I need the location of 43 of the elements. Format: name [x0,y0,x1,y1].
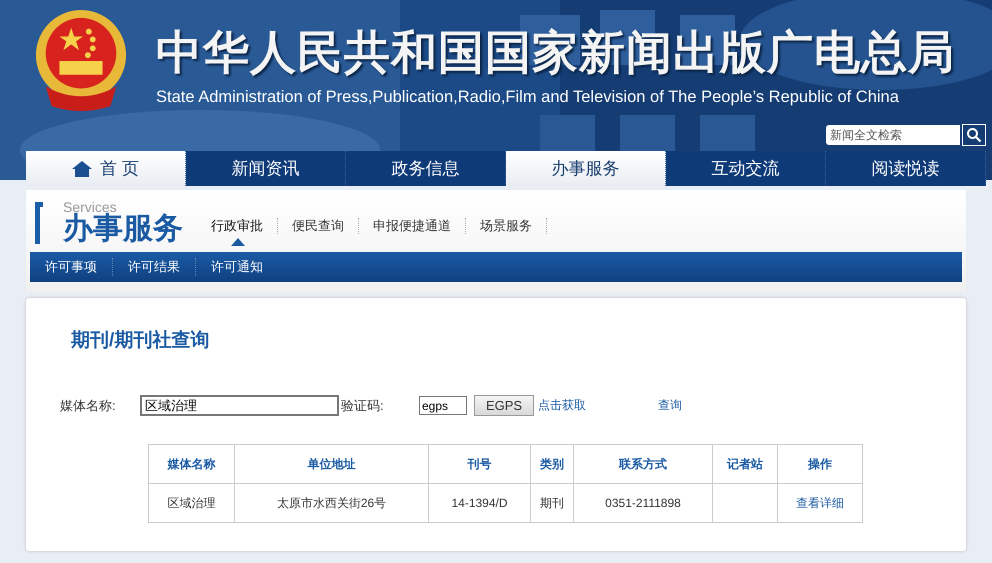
captcha-image: EGPS [474,395,534,416]
column-header: 联系方式 [574,444,712,484]
section-title: 办事服务 [63,214,183,244]
query-link[interactable]: 查询 [658,397,682,414]
table-cell: 0351-2111898 [574,484,712,522]
table-cell: 太原市水西关街26号 [234,484,428,522]
nav-tab[interactable]: 政务信息 [346,151,506,186]
column-header: 媒体名称 [148,444,234,484]
nav-tab[interactable]: 新闻资讯 [186,151,346,186]
search-button[interactable] [962,124,986,146]
section-tab[interactable]: 行政审批 [203,218,278,246]
field-label: 媒体名称: [60,396,117,414]
caret-icon [230,238,244,246]
subnav-link[interactable]: 许可结果 [113,258,196,276]
refresh-link[interactable]: 点击获取 [538,397,586,414]
home-icon [72,160,92,176]
subnav-link[interactable]: 许可事项 [30,258,113,276]
column-header: 类别 [530,444,574,484]
nav-tab[interactable]: 办事服务 [506,151,666,186]
page-heading: 期刊/期刊社查询 [71,328,210,353]
column-header: 刊号 [428,444,530,484]
search-field[interactable]: 新闻全文检索 [826,125,960,145]
column-header: 单位地址 [234,444,428,484]
subnav-link[interactable]: 许可通知 [196,258,278,276]
nav-tab[interactable]: 互动交流 [666,151,826,186]
field-label: 验证码: [341,396,385,414]
search-icon [966,127,982,143]
section-tab[interactable]: 申报便捷通道 [365,218,466,246]
nav-tab[interactable]: 首 页 [26,151,186,186]
nav-tab[interactable]: 阅读悦读 [826,151,986,186]
name-field[interactable]: 区域治理 [140,395,339,416]
column-header: 操作 [778,444,862,484]
site-subtitle: State Administration of Press,Publication,Radio,Film and Television of The People’s Republic of China [156,88,900,107]
section-tab[interactable]: 便民查询 [284,218,359,246]
section-tab[interactable]: 场景服务 [472,218,547,246]
site-title: 中华人民共和国国家新闻出版广电总局 [156,25,955,80]
bracket-icon [35,202,43,244]
captcha-field[interactable]: egps [419,396,467,415]
table-cell: 区域治理 [148,484,234,522]
section-caption: Services [63,200,117,214]
table-cell: 14-1394/D [428,484,530,522]
table-cell: 期刊 [530,484,574,522]
column-header: 记者站 [712,444,778,484]
